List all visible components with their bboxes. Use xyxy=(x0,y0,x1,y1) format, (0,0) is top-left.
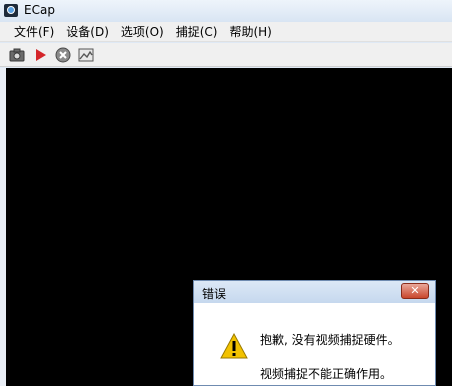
app-window: ECap 文件(F) 设备(D) 选项(O) 捕捉(C) 帮助(H) 错误 ✕ … xyxy=(0,0,452,386)
image-icon xyxy=(78,48,94,61)
menu-help[interactable]: 帮助(H) xyxy=(223,23,277,41)
close-button[interactable]: ✕ xyxy=(401,283,429,299)
menu-device[interactable]: 设备(D) xyxy=(60,23,115,41)
dialog-title: 错误 xyxy=(202,287,227,301)
stop-button[interactable] xyxy=(54,46,72,64)
camera-button[interactable] xyxy=(8,46,26,64)
dialog-body: 抱歉, 没有视频捕捉硬件。 视频捕捉不能正确作用。 xyxy=(194,303,435,385)
stop-icon xyxy=(55,47,71,62)
dialog-message-line2: 视频捕捉不能正确作用。 xyxy=(260,367,393,381)
play-icon xyxy=(36,48,46,61)
menu-capture[interactable]: 捕捉(C) xyxy=(170,23,224,41)
warning-icon xyxy=(220,333,248,359)
title-bar[interactable]: ECap xyxy=(0,0,452,22)
error-dialog: 错误 ✕ 抱歉, 没有视频捕捉硬件。 视频捕捉不能正确作用。 xyxy=(193,280,436,386)
dialog-title-bar[interactable]: 错误 ✕ xyxy=(194,281,435,303)
play-button[interactable] xyxy=(31,46,49,64)
camera-icon xyxy=(9,48,25,61)
app-icon xyxy=(4,4,18,17)
snapshot-button[interactable] xyxy=(77,46,95,64)
menu-bar: 文件(F) 设备(D) 选项(O) 捕捉(C) 帮助(H) xyxy=(0,22,452,42)
window-title: ECap xyxy=(24,3,55,17)
menu-options[interactable]: 选项(O) xyxy=(115,23,170,41)
toolbar xyxy=(0,43,452,67)
dialog-message-line1: 抱歉, 没有视频捕捉硬件。 xyxy=(260,333,400,347)
menu-file[interactable]: 文件(F) xyxy=(8,23,60,41)
